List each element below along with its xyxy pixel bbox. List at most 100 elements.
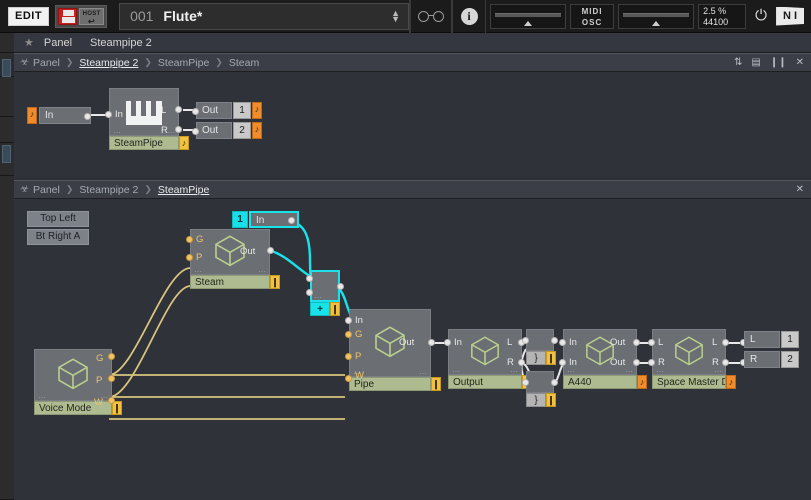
final-num-1[interactable]: 1 (781, 331, 799, 348)
node-a440[interactable]: ⋯ ⋯ A440 ♪ In In Out Out (563, 329, 637, 375)
port-in-2[interactable] (306, 289, 313, 296)
port-out-r[interactable] (175, 126, 182, 133)
node-body[interactable] (526, 329, 554, 351)
node-voice-mode[interactable]: ⋯ ⋯ Voice Mode ❙ G P W (34, 349, 112, 401)
port-out[interactable] (551, 337, 558, 344)
node-label[interactable]: Space Master De (652, 375, 726, 389)
sort-icon[interactable]: ⇅ (734, 57, 742, 68)
bug-icon[interactable]: ☣ (18, 184, 31, 195)
port-in-2[interactable] (559, 359, 566, 366)
node-body[interactable]: ⋯ ⋯ (448, 329, 522, 375)
rail-segment[interactable] (0, 33, 14, 53)
node-badge[interactable]: ❙ (330, 302, 340, 316)
node-badge[interactable]: ❙ (431, 377, 441, 391)
port-out-1[interactable] (633, 339, 640, 346)
rate-display[interactable]: 2.5 % 44100 (698, 4, 746, 29)
edit-button[interactable]: EDIT (8, 7, 49, 26)
button-top-left[interactable]: Top Left (27, 211, 89, 227)
final-out-l[interactable]: L (744, 331, 780, 348)
port-in[interactable] (192, 128, 199, 135)
info-button[interactable]: i (452, 0, 486, 33)
node-badge[interactable]: ♪ (179, 136, 189, 150)
bug-icon[interactable]: ☣ (18, 57, 31, 68)
midi-osc-indicator[interactable]: MIDI OSC (570, 4, 614, 29)
port-out[interactable] (337, 283, 344, 290)
node-merge-1[interactable]: } ❙ (526, 329, 554, 351)
rail-segment[interactable] (0, 117, 14, 143)
preset-field[interactable]: 001 Flute* ▲▼ (119, 3, 409, 30)
out-cell-2[interactable]: Out (196, 122, 232, 139)
node-steampipe[interactable]: ⋯ ⋯ SteamPipe ♪ In L R (109, 88, 179, 136)
port-in[interactable] (105, 111, 112, 118)
port-out[interactable] (288, 217, 295, 224)
port-in-p[interactable] (186, 254, 193, 261)
node-adder[interactable]: ⋯ + ❙ (310, 270, 340, 302)
port-out[interactable] (428, 339, 435, 346)
breadcrumb-panel[interactable]: Panel (31, 57, 62, 69)
rail-segment[interactable] (0, 176, 14, 500)
final-out-r[interactable]: R (744, 351, 780, 368)
port-in[interactable] (522, 337, 529, 344)
cpu-meter-slider[interactable] (490, 4, 566, 29)
port-in[interactable] (522, 379, 529, 386)
node-label[interactable]: } (526, 393, 546, 407)
host-button[interactable]: HOST ↩ (79, 8, 104, 25)
port-in-l[interactable] (648, 339, 655, 346)
breadcrumb-panel[interactable]: Panel (31, 184, 62, 196)
node-merge-2[interactable]: } ❙ (526, 371, 554, 393)
star-icon[interactable]: ★ (24, 36, 34, 49)
port-out-l[interactable] (175, 106, 182, 113)
glasses-button[interactable] (410, 0, 452, 33)
port-out-w[interactable] (108, 397, 115, 404)
final-num-2[interactable]: 2 (781, 351, 799, 368)
node-body[interactable]: ⋯ ⋯ (652, 329, 726, 375)
out-num-1[interactable]: 1 (233, 102, 251, 119)
port-in-w[interactable] (345, 375, 352, 382)
port-out-p[interactable] (108, 375, 115, 382)
port-out[interactable] (267, 247, 274, 254)
voice-meter-slider[interactable] (618, 4, 694, 29)
floppy-disk-icon[interactable] (58, 8, 77, 25)
port-out-r[interactable] (518, 359, 525, 366)
split-view-icon[interactable]: ❙❙ (770, 57, 787, 68)
port-out[interactable] (84, 113, 91, 120)
port-in[interactable] (192, 108, 199, 115)
power-button[interactable]: ⏻ (746, 0, 776, 33)
node-body[interactable]: ⋯ (310, 270, 340, 302)
save-host-group[interactable]: HOST ↩ (55, 5, 107, 28)
breadcrumb-steampipe-2[interactable]: Steampipe 2 (77, 184, 140, 196)
port-out-g[interactable] (108, 353, 115, 360)
out-badge-1[interactable]: ♪ (252, 102, 262, 119)
close-icon[interactable]: ✕ (796, 57, 804, 68)
port-in-g[interactable] (186, 236, 193, 243)
tab-steampipe-2[interactable]: Steampipe 2 (90, 37, 152, 49)
node-badge[interactable]: ❙ (270, 275, 280, 289)
in-terminal-badge[interactable]: 1 (232, 211, 248, 228)
node-badge[interactable]: ♪ (726, 375, 736, 389)
node-space-master[interactable]: ⋯ ⋯ Space Master De ♪ L R L R (652, 329, 726, 375)
close-icon[interactable]: ✕ (796, 184, 804, 195)
port-in-1[interactable] (559, 339, 566, 346)
in-badge[interactable]: ♪ (27, 107, 37, 124)
port-in-p[interactable] (345, 353, 352, 360)
out-num-2[interactable]: 2 (233, 122, 251, 139)
node-body[interactable]: ⋯ ⋯ (563, 329, 637, 375)
node-badge[interactable]: ❙ (546, 351, 556, 365)
port-out-r[interactable] (722, 359, 729, 366)
node-label[interactable]: A440 (563, 375, 637, 389)
node-output[interactable]: ⋯ ⋯ Output ❙ In L R (448, 329, 522, 375)
rail-tab-handle[interactable] (2, 145, 11, 163)
out-cell-1[interactable]: Out (196, 102, 232, 119)
port-in-g[interactable] (345, 331, 352, 338)
node-label[interactable]: SteamPipe (109, 136, 179, 150)
breadcrumb-steampipe[interactable]: SteamPipe (156, 184, 211, 196)
port-in[interactable] (345, 317, 352, 324)
out-badge-2[interactable]: ♪ (252, 122, 262, 139)
breadcrumb-steam[interactable]: Steam (227, 57, 261, 69)
port-in[interactable] (444, 339, 451, 346)
chevron-updown-icon[interactable]: ▲▼ (391, 9, 400, 23)
breadcrumb-steampipe-2[interactable]: Steampipe 2 (77, 57, 140, 69)
node-badge[interactable]: ❙ (546, 393, 556, 407)
structure-canvas-top[interactable]: 1 In ⋯ ⋯ (14, 72, 811, 177)
rail-segment[interactable] (0, 77, 14, 117)
